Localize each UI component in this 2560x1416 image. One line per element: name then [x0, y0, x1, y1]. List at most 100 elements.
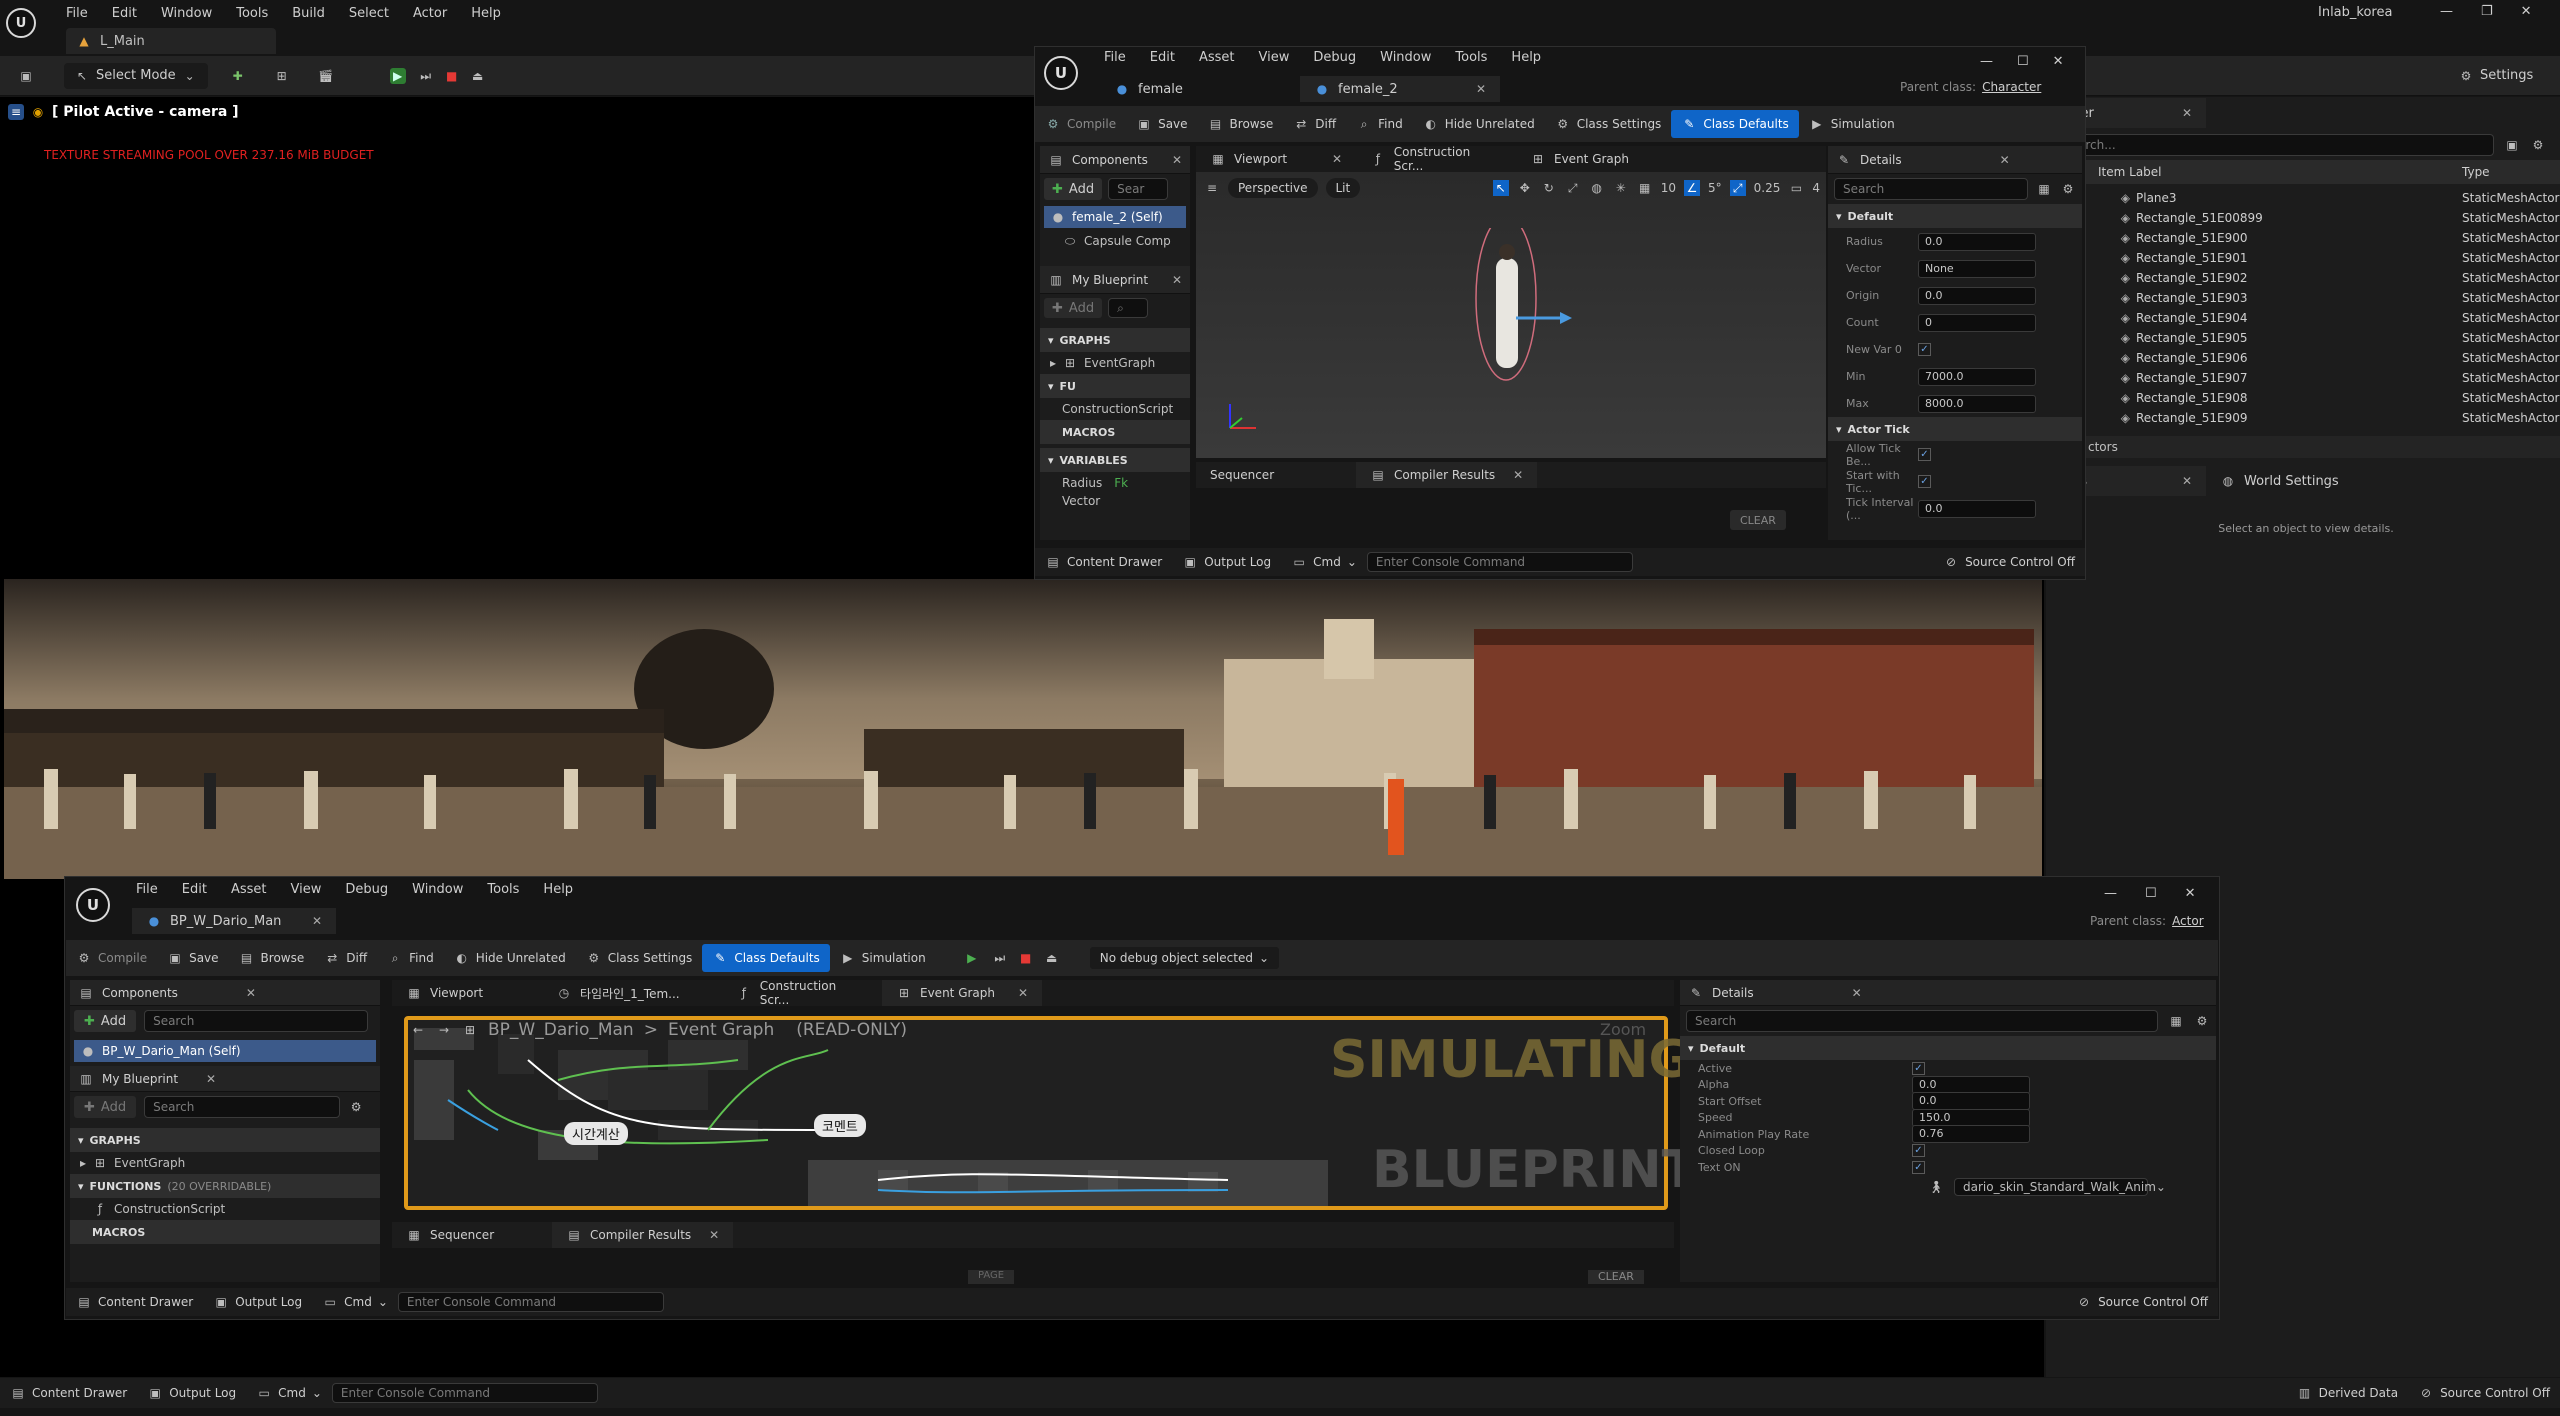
menu-debug[interactable]: Debug — [1313, 50, 1356, 65]
outliner-row[interactable]: ◈ Rectangle_51E900 StaticMeshActor — [2046, 228, 2560, 248]
cinematics-icon[interactable]: 🎬︎ — [318, 68, 334, 84]
tab-construction-script[interactable]: ƒ Construction Scr... — [1356, 145, 1516, 173]
close-icon[interactable]: ✕ — [1172, 273, 1182, 287]
select-icon[interactable]: ↖ — [1492, 180, 1509, 196]
grid-snap-value[interactable]: 10 — [1661, 181, 1676, 195]
menu-edit[interactable]: Edit — [1150, 50, 1175, 65]
add-member-button[interactable]: ✚ Add — [1044, 298, 1103, 318]
menu-debug[interactable]: Debug — [345, 882, 388, 897]
bp1-clear-button[interactable]: CLEAR — [1730, 510, 1786, 530]
browse-button[interactable]: ▤ Browse — [1198, 110, 1284, 138]
camera-speed-value[interactable]: 4 — [1812, 181, 1820, 195]
eject-icon[interactable]: ⏏︎ — [470, 68, 486, 84]
property-value[interactable]: 0.0 — [1912, 1092, 2030, 1111]
source-control-button[interactable]: ⊘ Source Control Off — [2408, 1379, 2560, 1407]
simulation-button[interactable]: ▶ Simulation — [1799, 110, 1905, 138]
add-member-button[interactable]: ✚ Add — [74, 1096, 137, 1118]
component-self[interactable]: ● female_2 (Self) — [1044, 206, 1186, 228]
console-input[interactable]: Enter Console Command — [1366, 552, 1633, 572]
gear-icon[interactable]: ⚙︎ — [2194, 1013, 2210, 1029]
close-icon[interactable]: ✕ — [1018, 986, 1028, 1000]
outliner-row[interactable]: ◈ Rectangle_51E907 StaticMeshActor — [2046, 368, 2560, 388]
add-component-button[interactable]: ✚ Add — [1044, 178, 1103, 200]
browse-button[interactable]: ▤ Browse — [229, 944, 315, 972]
hide-unrelated-button[interactable]: ◐ Hide Unrelated — [444, 944, 576, 972]
level-tab[interactable]: ▲ L_Main — [66, 28, 276, 54]
anim-asset-select[interactable]: dario_skin_Standard_Walk_Anim ⌄ — [1954, 1177, 2166, 1196]
property-value[interactable]: None — [1918, 259, 2036, 278]
debug-object-select[interactable]: No debug object selected ⌄ — [1089, 947, 1280, 969]
forward-icon[interactable]: → — [436, 1022, 452, 1038]
menu-select[interactable]: Select — [349, 6, 389, 21]
eject-icon[interactable]: ⏏︎ — [1044, 950, 1060, 966]
close-icon[interactable]: ✕ — [1513, 468, 1523, 482]
actor-tick-category[interactable]: ▾ Actor Tick — [1828, 417, 2082, 441]
menu-asset[interactable]: Asset — [1199, 50, 1235, 65]
menu-help[interactable]: Help — [543, 882, 573, 897]
menu-window[interactable]: Window — [412, 882, 463, 897]
cmd-dropdown[interactable]: ▭ Cmd ⌄ — [1281, 548, 1367, 576]
find-button[interactable]: ⌕ Find — [377, 944, 444, 972]
minimize-icon[interactable]: — — [2104, 886, 2117, 901]
tab-construction-script[interactable]: ƒ Construction Scr... — [722, 979, 882, 1007]
content-drawer-button[interactable]: ▤ Content Drawer — [66, 1288, 203, 1316]
surface-snap-icon[interactable]: ✳︎ — [1613, 180, 1629, 196]
find-button[interactable]: ⌕ Find — [1346, 110, 1413, 138]
close-icon[interactable]: ✕ — [246, 986, 256, 1000]
property-checkbox[interactable]: ✓ — [1918, 448, 1931, 461]
outliner-row[interactable]: ◈ Rectangle_51E904 StaticMeshActor — [2046, 308, 2560, 328]
console-input[interactable]: Enter Console Command — [331, 1383, 598, 1403]
outliner-search-input[interactable]: Search... — [2054, 134, 2494, 156]
menu-tools[interactable]: Tools — [1455, 50, 1487, 65]
save-button[interactable]: ▣ Save — [1126, 110, 1197, 138]
property-value[interactable]: 0.0 — [1918, 286, 2036, 305]
world-icon[interactable]: ◍ — [1589, 180, 1605, 196]
content-drawer-button[interactable]: ▤ Content Drawer — [0, 1379, 137, 1407]
angle-snap-icon[interactable]: ∠ — [1684, 180, 1700, 196]
scale-snap-icon[interactable]: ⤢ — [1729, 180, 1746, 196]
scale-snap-value[interactable]: 0.25 — [1754, 181, 1781, 195]
property-value[interactable]: 0.0 — [1918, 499, 2036, 518]
bp2-page-button[interactable]: PAGE — [968, 1270, 1015, 1284]
tab-viewport[interactable]: ▦ Viewport ✕ — [1196, 146, 1356, 172]
parent-class-value[interactable]: Actor — [2172, 914, 2204, 928]
property-checkbox[interactable]: ✓ — [1918, 475, 1931, 488]
property-checkbox[interactable]: ✓ — [1912, 1061, 1925, 1075]
bp2-clear-button[interactable]: CLEAR — [1588, 1270, 1644, 1284]
menu-build[interactable]: Build — [292, 6, 325, 21]
menu-help[interactable]: Help — [471, 6, 501, 21]
component-capsule[interactable]: ⬭ Capsule Comp — [1040, 230, 1190, 252]
tab-compiler-results[interactable]: ▤ Compiler Results ✕ — [1356, 462, 1538, 488]
close-icon[interactable]: ✕ — [312, 914, 322, 928]
default-category[interactable]: ▾ Default — [1680, 1036, 2216, 1060]
breadcrumb-graph[interactable]: Event Graph — [668, 1020, 774, 1040]
source-control-button[interactable]: ⊘ Source Control Off — [2066, 1288, 2218, 1316]
variable-radius[interactable]: Radius Fk — [1040, 472, 1190, 494]
perspective-button[interactable]: Perspective — [1228, 178, 1318, 198]
col-type[interactable]: Type — [2462, 165, 2490, 179]
console-input[interactable]: Enter Console Command — [397, 1292, 664, 1312]
variable-vector[interactable]: Vector — [1040, 494, 1190, 508]
menu-file[interactable]: File — [1104, 50, 1126, 65]
menu-file[interactable]: File — [66, 6, 88, 21]
grid-snap-icon[interactable]: ▦ — [1637, 180, 1653, 196]
close-icon[interactable]: ✕ — [1476, 82, 1486, 96]
close-icon[interactable]: ✕ — [1852, 986, 1862, 1000]
viewport-menu-icon[interactable]: ≡ — [8, 104, 24, 120]
close-icon[interactable]: ✕ — [1332, 152, 1342, 166]
menu-help[interactable]: Help — [1511, 50, 1541, 65]
outliner-row[interactable]: ◈ Rectangle_51E908 StaticMeshActor — [2046, 388, 2560, 408]
main-settings-button[interactable]: ⚙︎ Settings — [2448, 62, 2543, 90]
outliner-row[interactable]: ◈ Rectangle_51E909 StaticMeshActor — [2046, 408, 2560, 428]
back-icon[interactable]: ← — [410, 1022, 426, 1038]
menu-edit[interactable]: Edit — [182, 882, 207, 897]
functions-category[interactable]: ▾ FU — [1040, 374, 1190, 398]
move-icon[interactable]: ✥ — [1517, 180, 1533, 196]
property-value[interactable]: 0 — [1918, 313, 2036, 332]
menu-window[interactable]: Window — [161, 6, 212, 21]
gear-icon[interactable]: ⚙︎ — [348, 1099, 364, 1115]
compile-button[interactable]: ⚙︎ Compile — [1035, 110, 1126, 138]
unreal-logo[interactable]: U — [6, 8, 36, 38]
gear-icon[interactable]: ⚙︎ — [2530, 137, 2546, 153]
property-checkbox[interactable]: ✓ — [1912, 1144, 1925, 1158]
